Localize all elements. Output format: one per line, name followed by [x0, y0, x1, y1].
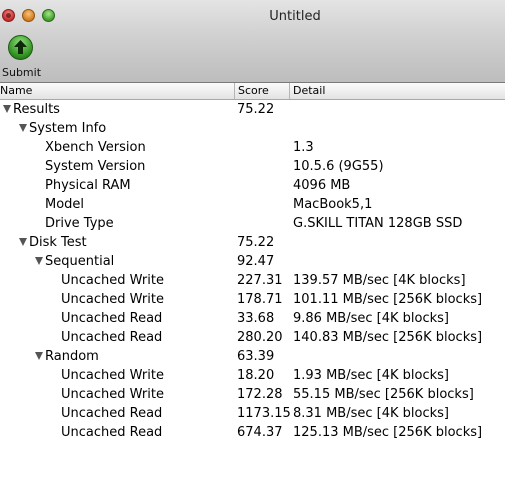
disclosure-triangle-icon[interactable] — [3, 105, 11, 113]
row-detail: 4096 MB — [293, 178, 351, 193]
row-detail: 8.31 MB/sec [4K blocks] — [293, 406, 449, 421]
tree-row[interactable]: Uncached Write 178.71 101.11 MB/sec [256… — [0, 290, 505, 309]
row-score: 227.31 — [237, 273, 283, 288]
submit-label: Submit — [2, 66, 42, 79]
row-detail: 9.86 MB/sec [4K blocks] — [293, 311, 449, 326]
row-score: 92.47 — [237, 254, 275, 269]
row-score: 674.37 — [237, 425, 283, 440]
tree-row[interactable]: Uncached Read 674.37 125.13 MB/sec [256K… — [0, 423, 505, 442]
tree-row-results[interactable]: Results 75.22 — [0, 100, 505, 119]
row-score: 75.22 — [237, 102, 275, 117]
disclosure-triangle-icon[interactable] — [19, 238, 27, 246]
column-header-score[interactable]: Score — [238, 84, 269, 99]
row-detail: 101.11 MB/sec [256K blocks] — [293, 292, 483, 307]
row-name: Xbench Version — [45, 140, 146, 155]
row-detail: G.SKILL TITAN 128GB SSD — [293, 216, 463, 231]
tree-row-disk-test[interactable]: Disk Test 75.22 — [0, 233, 505, 252]
tree-row[interactable]: Uncached Read 280.20 140.83 MB/sec [256K… — [0, 328, 505, 347]
row-score: 1173.15 — [237, 406, 291, 421]
window-titlebar: Untitled Submit — [0, 0, 505, 83]
row-name: Uncached Write — [61, 368, 164, 383]
tree-row[interactable]: Uncached Read 1173.15 8.31 MB/sec [4K bl… — [0, 404, 505, 423]
tree-row-sequential[interactable]: Sequential 92.47 — [0, 252, 505, 271]
row-name: Uncached Read — [61, 330, 163, 345]
column-divider[interactable] — [289, 83, 290, 99]
column-header-detail[interactable]: Detail — [293, 84, 325, 99]
row-name: Uncached Read — [61, 406, 163, 421]
tree-row[interactable]: Physical RAM 4096 MB — [0, 176, 505, 195]
row-name: Uncached Write — [61, 292, 164, 307]
tree-row[interactable]: System Version 10.5.6 (9G55) — [0, 157, 505, 176]
row-score: 280.20 — [237, 330, 283, 345]
row-name: System Info — [29, 121, 107, 136]
tree-row[interactable]: Xbench Version 1.3 — [0, 138, 505, 157]
submit-button[interactable]: Submit — [2, 35, 42, 79]
row-name: Disk Test — [29, 235, 87, 250]
row-name: Physical RAM — [45, 178, 131, 193]
window-title: Untitled — [269, 9, 321, 24]
column-header-name[interactable]: Name — [0, 84, 32, 99]
up-arrow-icon — [8, 35, 33, 60]
row-score: 33.68 — [237, 311, 275, 326]
column-header: Name Score Detail — [0, 83, 505, 100]
row-score: 172.28 — [237, 387, 283, 402]
row-score: 178.71 — [237, 292, 283, 307]
row-score: 18.20 — [237, 368, 275, 383]
row-name: Uncached Write — [61, 387, 164, 402]
row-name: Uncached Read — [61, 425, 163, 440]
tree-row[interactable]: Drive Type G.SKILL TITAN 128GB SSD — [0, 214, 505, 233]
row-score: 75.22 — [237, 235, 275, 250]
row-name: Uncached Write — [61, 273, 164, 288]
row-detail: 1.3 — [293, 140, 314, 155]
row-name: Model — [45, 197, 85, 212]
row-name: Drive Type — [45, 216, 114, 231]
row-detail: 140.83 MB/sec [256K blocks] — [293, 330, 483, 345]
row-name: Results — [13, 102, 60, 117]
disclosure-triangle-icon[interactable] — [35, 352, 43, 360]
tree-row[interactable]: Uncached Read 33.68 9.86 MB/sec [4K bloc… — [0, 309, 505, 328]
row-detail: 1.93 MB/sec [4K blocks] — [293, 368, 449, 383]
tree-row[interactable]: Uncached Write 172.28 55.15 MB/sec [256K… — [0, 385, 505, 404]
row-name: System Version — [45, 159, 146, 174]
row-name: Uncached Read — [61, 311, 163, 326]
row-score: 63.39 — [237, 349, 275, 364]
disclosure-triangle-icon[interactable] — [35, 257, 43, 265]
tree-row[interactable]: Model MacBook5,1 — [0, 195, 505, 214]
row-detail: 10.5.6 (9G55) — [293, 159, 384, 174]
disclosure-triangle-icon[interactable] — [19, 124, 27, 132]
row-name: Random — [45, 349, 99, 364]
tree-row[interactable]: Uncached Write 18.20 1.93 MB/sec [4K blo… — [0, 366, 505, 385]
row-detail: MacBook5,1 — [293, 197, 373, 212]
row-detail: 125.13 MB/sec [256K blocks] — [293, 425, 483, 440]
tree-row-random[interactable]: Random 63.39 — [0, 347, 505, 366]
row-detail: 55.15 MB/sec [256K blocks] — [293, 387, 474, 402]
tree-row[interactable]: Uncached Write 227.31 139.57 MB/sec [4K … — [0, 271, 505, 290]
row-name: Sequential — [45, 254, 115, 269]
column-divider[interactable] — [234, 83, 235, 99]
tree-row-system-info[interactable]: System Info — [0, 119, 505, 138]
row-detail: 139.57 MB/sec [4K blocks] — [293, 273, 466, 288]
